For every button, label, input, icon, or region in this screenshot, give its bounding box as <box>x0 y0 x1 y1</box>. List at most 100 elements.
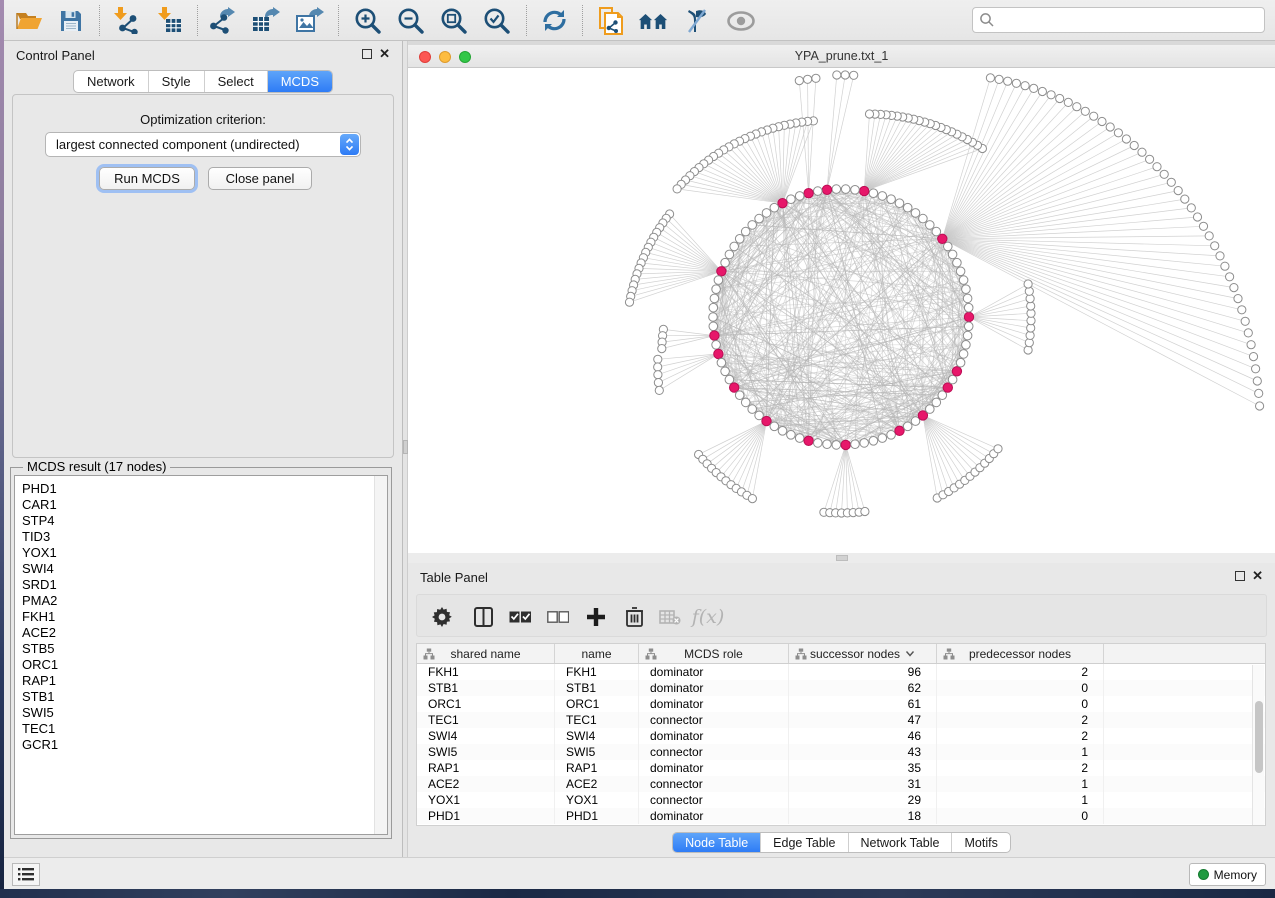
table-settings-icon[interactable] <box>429 604 455 630</box>
network-window-title: YPA_prune.txt_1 <box>408 49 1275 63</box>
zoom-out-icon[interactable] <box>395 6 425 35</box>
table-cell: SWI4 <box>555 728 639 744</box>
run-mcds-button[interactable]: Run MCDS <box>99 167 195 190</box>
column-header-name[interactable]: name <box>555 644 639 663</box>
mcds-result-item[interactable]: ACE2 <box>15 625 387 641</box>
table-row[interactable]: SWI5SWI5connector431 <box>417 744 1265 760</box>
table-scrollbar[interactable] <box>1252 665 1264 825</box>
status-bar: Memory <box>4 857 1275 889</box>
import-network-icon[interactable] <box>110 6 140 35</box>
mcds-result-item[interactable]: STB5 <box>15 641 387 657</box>
mcds-result-item[interactable]: STP4 <box>15 513 387 529</box>
export-table-icon[interactable] <box>250 6 280 35</box>
show-selected-icon[interactable] <box>507 604 533 630</box>
table-cell: SWI5 <box>417 744 555 760</box>
hide-details-icon[interactable] <box>682 6 712 35</box>
tab-select[interactable]: Select <box>204 71 267 92</box>
export-image-icon[interactable] <box>294 6 324 35</box>
table-row[interactable]: ACE2ACE2connector311 <box>417 776 1265 792</box>
table-row[interactable]: SWI4SWI4dominator462 <box>417 728 1265 744</box>
mcds-result-item[interactable]: GCR1 <box>15 737 387 753</box>
close-panel-icon[interactable]: ✕ <box>379 46 390 62</box>
zoom-fit-icon[interactable] <box>438 6 468 35</box>
column-header-MCDS-role[interactable]: MCDS role <box>639 644 789 663</box>
table-cell: 61 <box>789 696 937 712</box>
add-column-icon[interactable] <box>583 604 609 630</box>
mcds-result-item[interactable]: RAP1 <box>15 673 387 689</box>
mcds-result-item[interactable]: PHD1 <box>15 481 387 497</box>
mcds-result-item[interactable]: SWI5 <box>15 705 387 721</box>
mcds-result-item[interactable]: FKH1 <box>15 609 387 625</box>
table-row[interactable]: TEC1TEC1connector472 <box>417 712 1265 728</box>
network-canvas[interactable] <box>408 68 1275 553</box>
search-box[interactable] <box>972 7 1265 33</box>
table-cell: connector <box>639 712 789 728</box>
table-cell: 31 <box>789 776 937 792</box>
horizontal-splitter[interactable] <box>408 553 1275 563</box>
table-cell: 2 <box>937 712 1104 728</box>
mcds-result-item[interactable]: PMA2 <box>15 593 387 609</box>
mcds-result-item[interactable]: CAR1 <box>15 497 387 513</box>
tab-motifs[interactable]: Motifs <box>951 833 1009 852</box>
split-panel-icon[interactable] <box>470 604 496 630</box>
column-header-filler <box>1104 644 1265 663</box>
table-row[interactable]: STB1STB1dominator620 <box>417 680 1265 696</box>
hide-selected-icon[interactable] <box>545 604 571 630</box>
tab-mcds[interactable]: MCDS <box>267 71 332 92</box>
column-header-predecessor-nodes[interactable]: predecessor nodes <box>937 644 1104 663</box>
open-session-icon[interactable] <box>14 6 44 35</box>
mcds-result-item[interactable]: SWI4 <box>15 561 387 577</box>
mcds-result-item[interactable]: TID3 <box>15 529 387 545</box>
control-panel-tabs: NetworkStyleSelectMCDS <box>4 70 402 93</box>
delete-column-icon[interactable] <box>621 604 647 630</box>
zoom-in-icon[interactable] <box>352 6 382 35</box>
show-panels-icon[interactable] <box>638 6 668 35</box>
clone-network-icon[interactable] <box>596 6 626 35</box>
close-panel-button[interactable]: Close panel <box>208 167 312 190</box>
column-header-successor-nodes[interactable]: successor nodes <box>789 644 937 663</box>
tab-network[interactable]: Network <box>74 71 148 92</box>
zoom-selected-icon[interactable] <box>481 6 511 35</box>
mcds-result-item[interactable]: TEC1 <box>15 721 387 737</box>
show-details-icon[interactable] <box>726 6 756 35</box>
float-panel-icon[interactable] <box>1235 571 1245 581</box>
table-row[interactable]: ORC1ORC1dominator610 <box>417 696 1265 712</box>
table-scrollbar-thumb[interactable] <box>1255 701 1263 773</box>
table-cell: 96 <box>789 664 937 680</box>
memory-label: Memory <box>1214 868 1257 882</box>
tab-edge-table[interactable]: Edge Table <box>760 833 847 852</box>
table-row[interactable]: RAP1RAP1dominator352 <box>417 760 1265 776</box>
mcds-list-scrollbar[interactable] <box>374 476 387 834</box>
table-panel-title: Table Panel <box>420 570 488 585</box>
table-row[interactable]: PHD1PHD1dominator180 <box>417 808 1265 824</box>
tab-node-table[interactable]: Node Table <box>673 833 760 852</box>
table-cell: SWI4 <box>417 728 555 744</box>
toolbar-separator <box>197 5 198 36</box>
tab-style[interactable]: Style <box>148 71 204 92</box>
export-network-icon[interactable] <box>206 6 236 35</box>
mcds-result-item[interactable]: SRD1 <box>15 577 387 593</box>
search-input[interactable] <box>995 13 1264 28</box>
table-cell: 46 <box>789 728 937 744</box>
splitter-grip[interactable] <box>836 555 848 561</box>
float-panel-icon[interactable] <box>362 49 372 59</box>
column-header-shared-name[interactable]: shared name <box>417 644 555 663</box>
task-history-button[interactable] <box>12 863 40 886</box>
memory-button[interactable]: Memory <box>1189 863 1266 886</box>
import-table-icon[interactable] <box>154 6 184 35</box>
mcds-result-item[interactable]: YOX1 <box>15 545 387 561</box>
table-row[interactable]: FKH1FKH1dominator962 <box>417 664 1265 680</box>
table-row[interactable]: YOX1YOX1connector291 <box>417 792 1265 808</box>
tab-network-table[interactable]: Network Table <box>848 833 952 852</box>
save-session-icon[interactable] <box>56 6 86 35</box>
criterion-dropdown[interactable]: largest connected component (undirected) <box>45 132 361 157</box>
apply-layout-icon[interactable] <box>539 6 569 35</box>
table-cell: SWI5 <box>555 744 639 760</box>
mcds-result-item[interactable]: STB1 <box>15 689 387 705</box>
table-cell: 18 <box>789 808 937 824</box>
toolbar-separator <box>99 5 100 36</box>
mcds-result-list[interactable]: PHD1CAR1STP4TID3YOX1SWI4SRD1PMA2FKH1ACE2… <box>14 475 388 835</box>
table-cell: connector <box>639 792 789 808</box>
close-panel-icon[interactable]: ✕ <box>1252 568 1263 584</box>
mcds-result-item[interactable]: ORC1 <box>15 657 387 673</box>
